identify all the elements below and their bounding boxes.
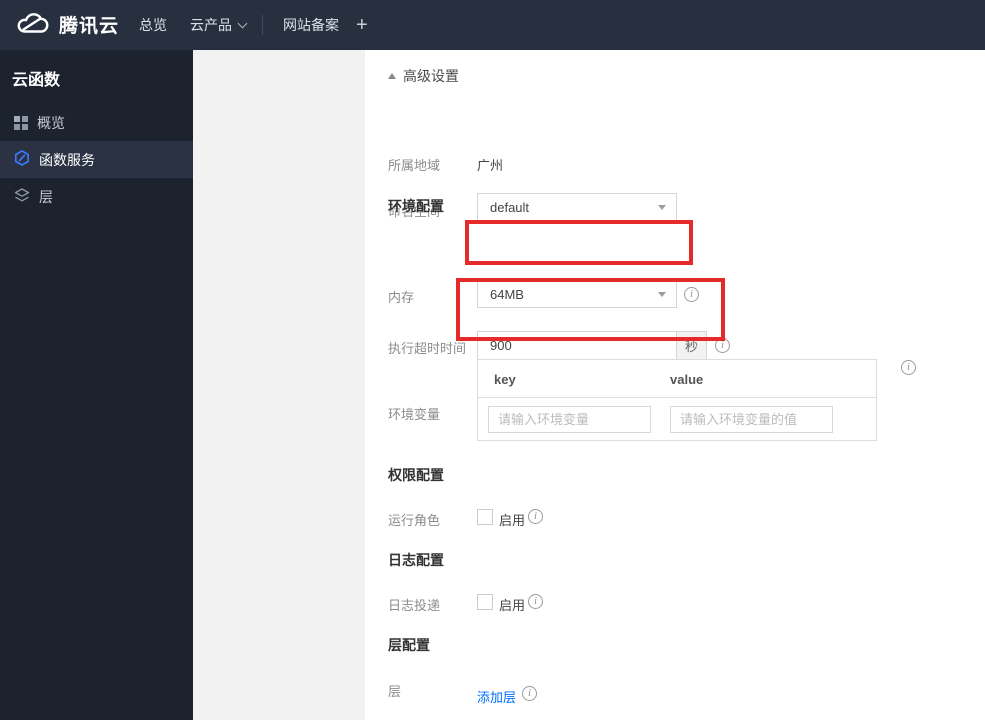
timeout-label: 执行超时时间 <box>388 341 467 356</box>
logo-text: 腾讯云 <box>59 16 120 37</box>
topnav-cloud-products[interactable]: 云产品 <box>190 0 248 50</box>
sidebar-item-label: 层 <box>39 188 53 205</box>
topnav-divider <box>262 15 263 35</box>
chevron-down-icon <box>237 18 248 28</box>
sidebar-item-label: 函数服务 <box>39 151 95 168</box>
sidebar: 云函数 概览 函数服务 层 <box>0 50 193 720</box>
env-key-column-header: key <box>494 372 516 387</box>
log-delivery-info-icon[interactable] <box>528 594 543 609</box>
topnav-add-button[interactable]: + <box>356 0 368 50</box>
memory-label: 内存 <box>388 290 415 305</box>
memory-select-value: 64MB <box>490 286 524 302</box>
log-delivery-checkbox[interactable] <box>477 594 493 610</box>
timeout-unit-addon: 秒 <box>677 331 707 360</box>
section-log-config: 日志配置 <box>388 552 444 568</box>
env-vars-label: 环境变量 <box>388 407 441 422</box>
timeout-info-icon[interactable] <box>715 338 730 353</box>
env-vars-table-row <box>478 398 876 441</box>
cloud-logo-icon <box>14 10 50 39</box>
section-layer-config: 层配置 <box>388 637 430 653</box>
region-value: 广州 <box>477 158 504 173</box>
grid-icon <box>14 115 28 130</box>
annotation-box-memory <box>465 220 693 265</box>
sidebar-item-label: 概览 <box>37 114 65 131</box>
topnav-website-record[interactable]: 网站备案 <box>283 0 339 50</box>
layers-icon <box>14 187 30 206</box>
memory-info-icon[interactable] <box>684 287 699 302</box>
topnav-overview[interactable]: 总览 <box>139 0 167 50</box>
tencent-cloud-console: { "topbar": { "logo_text": "腾讯云", "nav":… <box>0 0 985 720</box>
section-env-config: 环境配置 <box>388 198 444 214</box>
dropdown-caret-icon <box>658 291 666 297</box>
sidebar-title: 云函数 <box>12 72 61 89</box>
region-label: 所属地域 <box>388 158 441 173</box>
run-role-checkbox[interactable] <box>477 509 493 525</box>
log-delivery-label: 日志投递 <box>388 598 441 613</box>
log-delivery-enable-label: 启用 <box>499 598 526 613</box>
hexagon-function-icon <box>14 150 30 169</box>
timeout-input-group: 秒 <box>477 331 707 360</box>
run-role-enable-label: 启用 <box>499 513 526 528</box>
run-role-info-icon[interactable] <box>528 509 543 524</box>
env-vars-table: key value <box>477 359 877 441</box>
sidebar-item-function-service[interactable]: 函数服务 <box>0 141 193 178</box>
env-value-input[interactable] <box>670 406 833 433</box>
env-key-input[interactable] <box>488 406 651 433</box>
namespace-select-value: default <box>490 200 530 215</box>
dropdown-caret-icon <box>658 205 666 210</box>
topnav-cloud-products-label: 云产品 <box>190 17 232 33</box>
sidebar-item-layer[interactable]: 层 <box>0 178 193 215</box>
env-vars-table-header: key value <box>478 360 876 398</box>
namespace-select[interactable]: default <box>477 193 677 222</box>
add-layer-link[interactable]: 添加层 <box>477 687 516 706</box>
tencent-cloud-logo[interactable]: 腾讯云 <box>14 10 119 39</box>
add-layer-info-icon[interactable] <box>522 686 537 701</box>
section-permission-config: 权限配置 <box>388 467 444 483</box>
memory-select[interactable]: 64MB <box>477 280 677 308</box>
env-vars-info-icon[interactable] <box>901 360 916 375</box>
settings-panel: 高级设置 所属地域 广州 命名空间 default 环境配置 内存 64MB 执… <box>365 50 985 720</box>
sidebar-item-overview[interactable]: 概览 <box>0 104 193 141</box>
advanced-settings-label: 高级设置 <box>403 68 459 84</box>
collapse-arrow-icon <box>388 73 396 79</box>
run-role-label: 运行角色 <box>388 513 441 528</box>
topbar: 腾讯云 总览 云产品 网站备案 + <box>0 0 985 50</box>
env-value-column-header: value <box>670 372 704 387</box>
layer-label: 层 <box>388 684 402 699</box>
advanced-settings-toggle[interactable]: 高级设置 <box>388 66 459 86</box>
timeout-input[interactable] <box>477 331 677 360</box>
